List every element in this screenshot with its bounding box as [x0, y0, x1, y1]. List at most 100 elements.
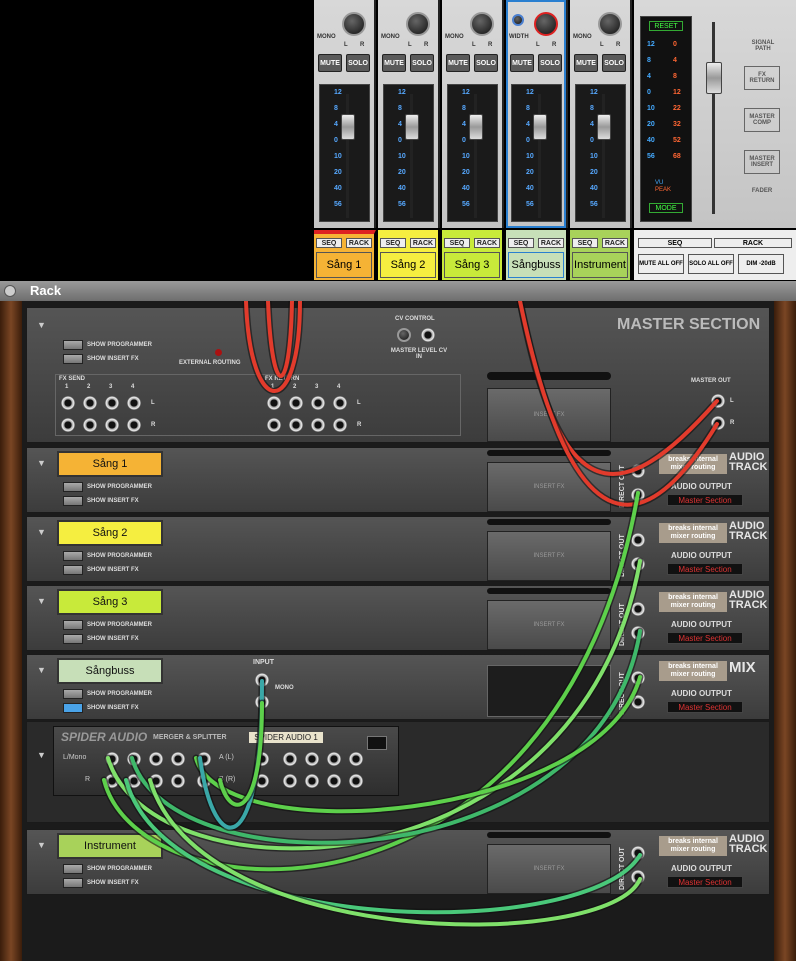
l-label: L	[472, 42, 476, 48]
patch-cable-shadow	[146, 776, 644, 928]
meter-scale-label: 10	[398, 153, 406, 160]
knob-label: MONO	[381, 34, 400, 40]
level-meter: 12 8 4 0 10 20 40 56	[383, 84, 434, 222]
meter-scale-label: 40	[590, 185, 598, 192]
meter-scale-label: 8	[462, 105, 466, 112]
l-label: L	[408, 42, 412, 48]
fader-track	[538, 94, 541, 218]
channel-strip: MONO L R MUTE SOLO 12 8 4 0 10 20 40 56	[570, 0, 632, 228]
patch-cable	[148, 778, 642, 927]
master-scale-label: 10	[647, 105, 655, 112]
vu-label: VU	[655, 180, 664, 186]
pan-knob[interactable]	[470, 12, 494, 36]
rack-button[interactable]: RACK	[538, 238, 564, 248]
l-label: L	[536, 42, 540, 48]
channel-name[interactable]: Sång 1	[316, 252, 372, 278]
knob-label: MONO	[317, 34, 336, 40]
solo-button[interactable]: SOLO	[346, 54, 370, 72]
meter-scale-label: 56	[334, 201, 342, 208]
r-label: R	[616, 42, 621, 48]
channel-strip: MONO L R MUTE SOLO 12 8 4 0 10 20 40 56	[442, 0, 504, 228]
rack-button[interactable]: RACK	[346, 238, 372, 248]
channel-name[interactable]: Sångbuss	[508, 252, 564, 278]
meter-scale-label: 4	[462, 121, 466, 128]
master-scale-label: 0	[647, 89, 651, 96]
knob-label: MONO	[445, 34, 464, 40]
mute-all-off-button[interactable]: MUTE ALL OFF	[638, 254, 684, 274]
width-knob[interactable]	[512, 14, 524, 26]
meter-scale-label: 40	[334, 185, 342, 192]
mute-button[interactable]: MUTE	[318, 54, 342, 72]
rack-area: ▼ MASTER SECTION SHOW PROGRAMMER SHOW IN…	[0, 301, 796, 961]
meter-scale-label: 4	[334, 121, 338, 128]
master-scale-label: 8	[673, 73, 677, 80]
channel-name[interactable]: Sång 3	[444, 252, 500, 278]
rack-title: Rack	[30, 283, 62, 298]
meter-scale-label: 4	[398, 121, 402, 128]
pan-knob[interactable]	[534, 12, 558, 36]
knob-label: MONO	[573, 34, 592, 40]
seq-button[interactable]: SEQ	[572, 238, 598, 248]
mixer-panel: MONO L R MUTE SOLO 12 8 4 0 10 20 40 56 MONO L R MUTE SOL…	[0, 0, 796, 281]
signal-path-step: FADER	[751, 188, 773, 194]
mode-button[interactable]: MODE	[649, 203, 683, 213]
master-lower: SEQ RACK MUTE ALL OFF SOLO ALL OFF DIM -…	[634, 230, 796, 280]
solo-button[interactable]: SOLO	[474, 54, 498, 72]
solo-all-off-button[interactable]: SOLO ALL OFF	[688, 254, 734, 274]
meter-scale-label: 8	[526, 105, 530, 112]
channel-name[interactable]: Instrument	[572, 252, 628, 278]
r-label: R	[488, 42, 493, 48]
channel-fader[interactable]	[533, 114, 547, 140]
dim-button[interactable]: DIM -20dB	[738, 254, 784, 274]
master-rack-button[interactable]: RACK	[714, 238, 792, 248]
meter-scale-label: 0	[334, 137, 338, 144]
channel-fader[interactable]	[341, 114, 355, 140]
pan-knob[interactable]	[342, 12, 366, 36]
master-fader-track	[712, 22, 715, 214]
rack-button[interactable]: RACK	[474, 238, 500, 248]
master-scale-label: 22	[673, 105, 681, 112]
meter-scale-label: 40	[526, 185, 534, 192]
solo-button[interactable]: SOLO	[602, 54, 626, 72]
meter-scale-label: 12	[334, 89, 342, 96]
seq-button[interactable]: SEQ	[316, 238, 342, 248]
meter-scale-label: 8	[334, 105, 338, 112]
mute-button[interactable]: MUTE	[382, 54, 406, 72]
master-scale-label: 56	[647, 153, 655, 160]
master-scale-label: 0	[673, 41, 677, 48]
pan-knob[interactable]	[598, 12, 622, 36]
l-label: L	[600, 42, 604, 48]
rack-button[interactable]: RACK	[602, 238, 628, 248]
rack-header: Rack	[0, 281, 796, 301]
meter-scale-label: 20	[334, 169, 342, 176]
channel-fader[interactable]	[405, 114, 419, 140]
channel-name[interactable]: Sång 2	[380, 252, 436, 278]
master-seq-button[interactable]: SEQ	[638, 238, 712, 248]
knob-label: WIDTH	[509, 34, 529, 40]
signal-path-step: MASTER COMP	[744, 108, 780, 132]
mute-button[interactable]: MUTE	[446, 54, 470, 72]
reset-button[interactable]: RESET	[649, 21, 683, 31]
meter-scale-label: 56	[398, 201, 406, 208]
seq-button[interactable]: SEQ	[444, 238, 470, 248]
solo-button[interactable]: SOLO	[538, 54, 562, 72]
seq-button[interactable]: SEQ	[380, 238, 406, 248]
seq-button[interactable]: SEQ	[508, 238, 534, 248]
master-fader[interactable]	[706, 62, 722, 94]
r-label: R	[360, 42, 365, 48]
mute-button[interactable]: MUTE	[574, 54, 598, 72]
solo-button[interactable]: SOLO	[410, 54, 434, 72]
master-scale-label: 12	[647, 41, 655, 48]
rack-button[interactable]: RACK	[410, 238, 436, 248]
channel-fader[interactable]	[597, 114, 611, 140]
master-scale-label: 8	[647, 57, 651, 64]
channel-strip: MONO L R MUTE SOLO 12 8 4 0 10 20 40 56	[378, 0, 440, 228]
l-label: L	[344, 42, 348, 48]
collapse-icon[interactable]	[4, 285, 16, 297]
pan-knob[interactable]	[406, 12, 430, 36]
channel-strip: MONO L R MUTE SOLO 12 8 4 0 10 20 40 56	[314, 0, 376, 228]
mute-button[interactable]: MUTE	[510, 54, 534, 72]
meter-scale-label: 0	[590, 137, 594, 144]
master-meter: RESET 12 8 4 0 10 20 40 56 0 4 8 12 22 32 52 68 VU PEAK…	[640, 16, 692, 222]
channel-fader[interactable]	[469, 114, 483, 140]
